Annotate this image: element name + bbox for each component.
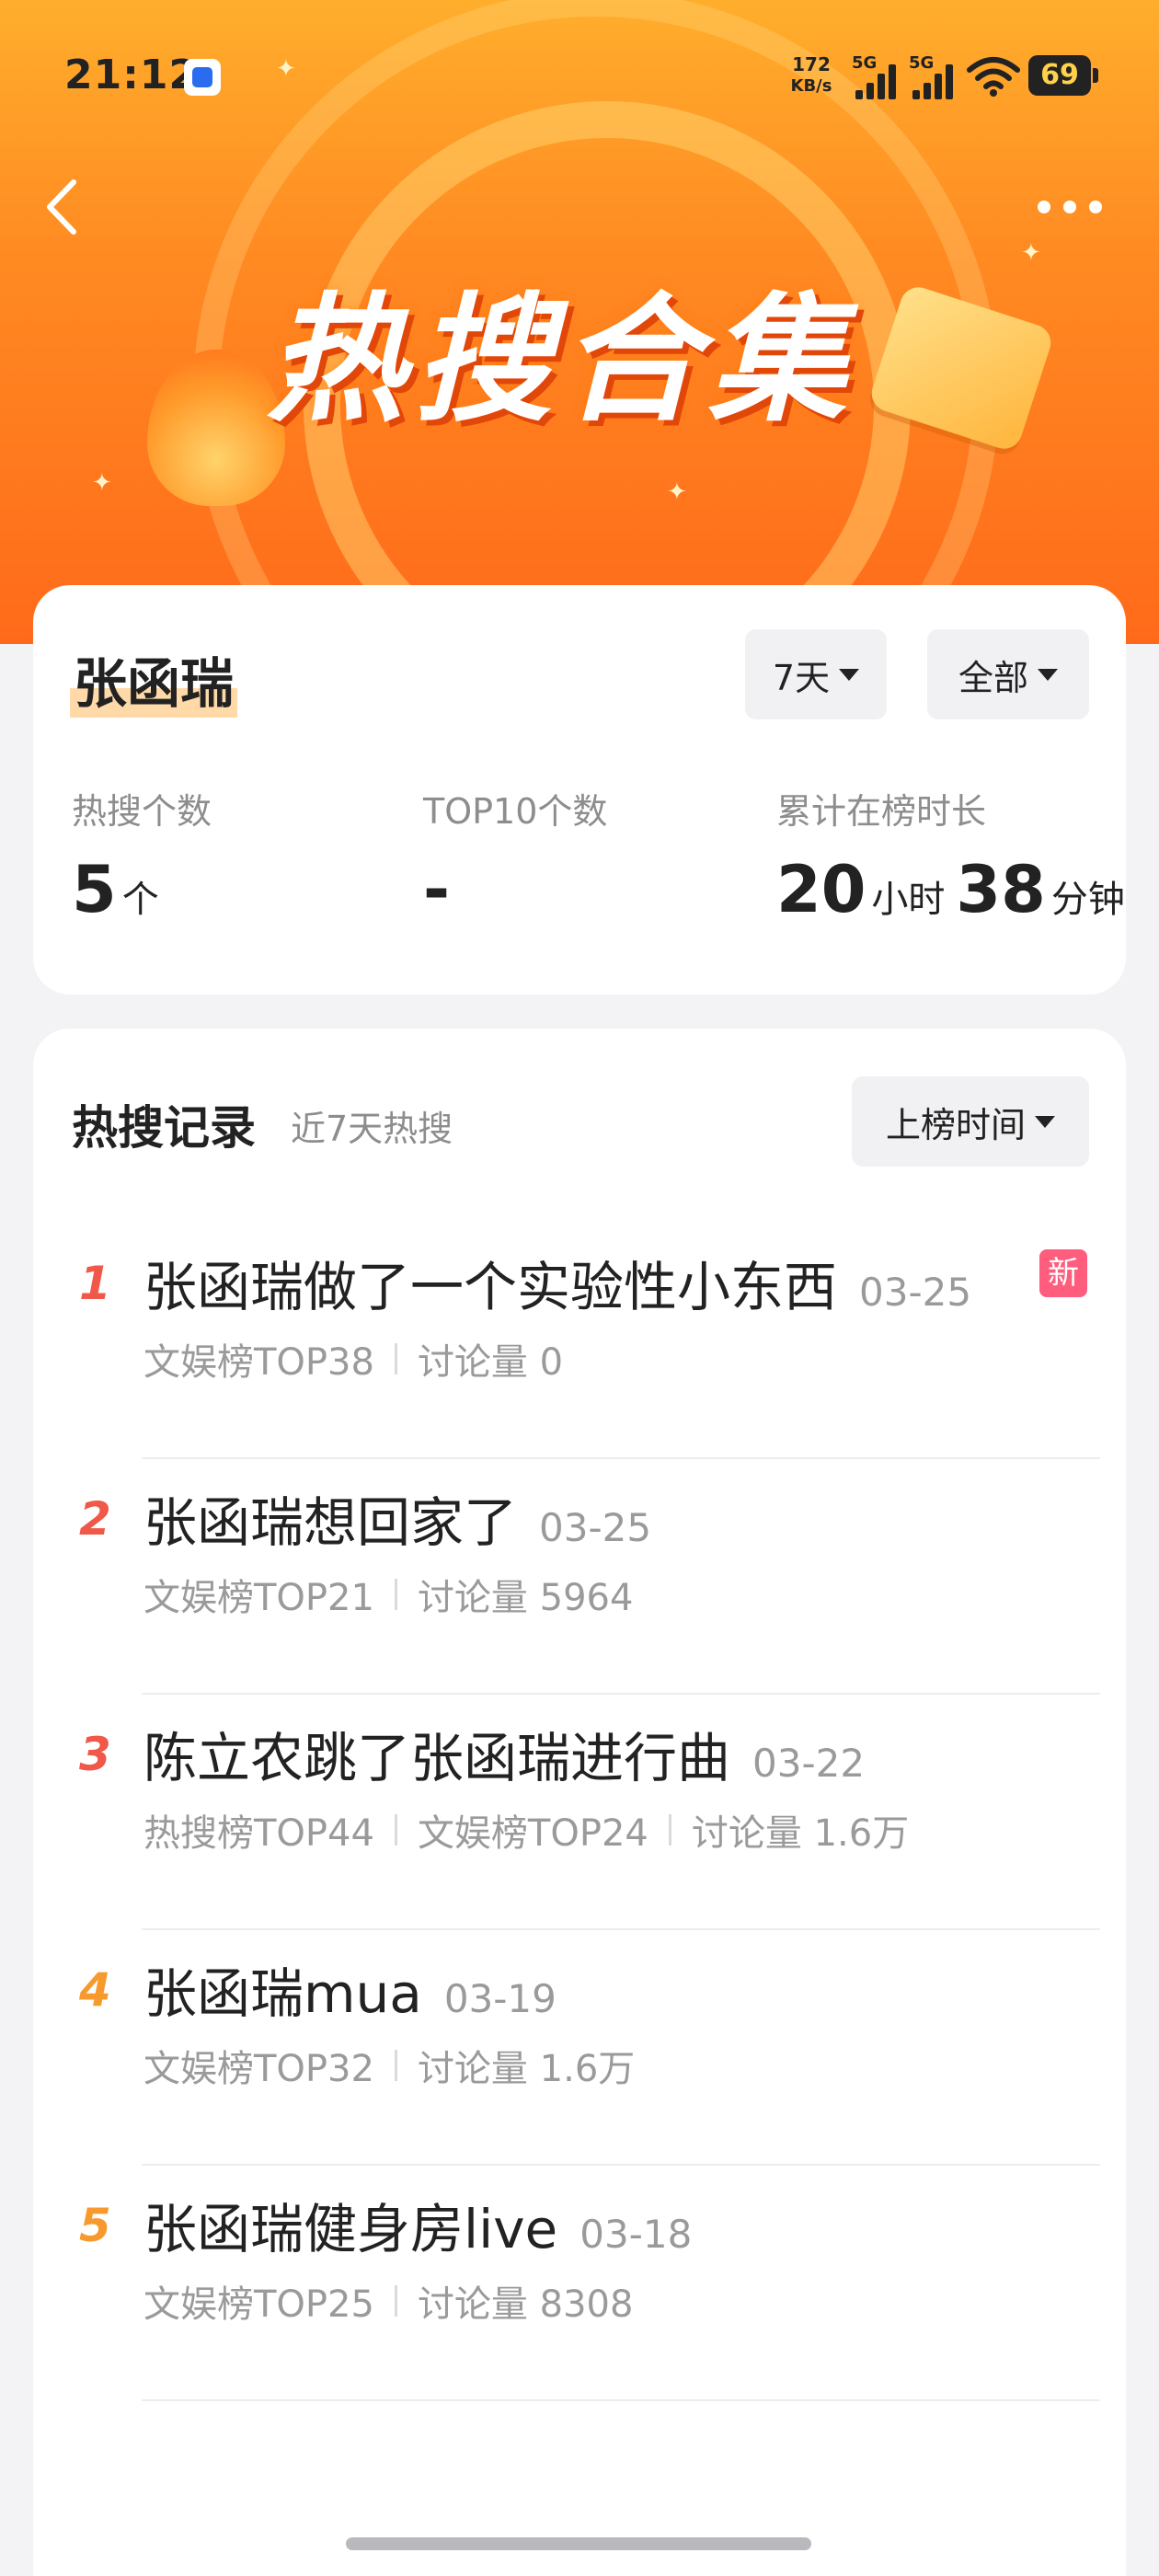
sort-label: 上榜时间 bbox=[885, 1104, 1026, 1145]
caret-down-icon bbox=[1035, 1115, 1055, 1128]
signal-label: 5G bbox=[852, 53, 878, 73]
banner-title: 热搜合集 bbox=[267, 281, 856, 441]
network-speed-unit: KB/s bbox=[790, 76, 832, 96]
rank-board: 文娱榜TOP38 bbox=[143, 1341, 374, 1384]
rank-number: 2 bbox=[79, 1492, 111, 1546]
hot-search-date: 03-22 bbox=[752, 1741, 866, 1786]
person-name: 张函瑞 bbox=[70, 640, 238, 718]
divider bbox=[142, 2399, 1100, 2401]
list-item[interactable]: 4 张函瑞mua 03-19 文娱榜TOP32 讨论量 1.6万 bbox=[33, 1930, 1126, 2166]
hot-search-title-text: 张函瑞mua bbox=[143, 1962, 422, 2025]
stat-label-hot-count: 热搜个数 bbox=[72, 791, 212, 832]
sort-dropdown[interactable]: 上榜时间 bbox=[852, 1076, 1089, 1167]
caret-down-icon bbox=[1038, 668, 1058, 681]
network-speed: 172 KB/s bbox=[784, 53, 839, 98]
more-options-button[interactable] bbox=[1028, 189, 1111, 225]
stat-duration-hours-unit: 小时 bbox=[871, 879, 946, 921]
rank-number: 5 bbox=[79, 2199, 111, 2252]
stat-label-top10: TOP10个数 bbox=[423, 791, 608, 832]
hot-search-meta: 文娱榜TOP38 讨论量 0 bbox=[143, 1332, 563, 1386]
records-title: 热搜记录 bbox=[72, 1101, 256, 1155]
list-item[interactable]: 3 陈立农跳了张函瑞进行曲 03-22 热搜榜TOP44 文娱榜TOP24 讨论量 1… bbox=[33, 1695, 1126, 1930]
discussion-count: 讨论量 5964 bbox=[417, 1577, 634, 1619]
list-item[interactable]: 1 张函瑞做了一个实验性小东西 03-25 新 文娱榜TOP38 讨论量 0 bbox=[33, 1224, 1126, 1459]
hot-search-title: 陈立农跳了张函瑞进行曲 03-22 bbox=[143, 1715, 865, 1792]
type-filter-dropdown[interactable]: 全部 bbox=[927, 629, 1089, 719]
rank-board: 文娱榜TOP32 bbox=[143, 2048, 374, 2090]
hot-search-title: 张函瑞健身房live 03-18 bbox=[143, 2186, 692, 2263]
discussion-count: 讨论量 1.6万 bbox=[417, 2048, 636, 2090]
signal-icon: 5G bbox=[852, 53, 903, 99]
rank-number: 1 bbox=[79, 1257, 111, 1310]
dot-icon bbox=[1063, 201, 1076, 213]
stat-duration-minutes: 38 bbox=[956, 852, 1046, 927]
hot-search-date: 03-19 bbox=[443, 1976, 557, 2021]
range-filter-dropdown[interactable]: 7天 bbox=[745, 629, 887, 719]
hot-search-title-text: 张函瑞健身房live bbox=[143, 2198, 558, 2260]
profile-summary-card: 张函瑞 7天 全部 热搜个数 5个 TOP10个数 - 累计在榜时长 20 小时 3… bbox=[33, 585, 1126, 995]
stat-hot-count-unit: 个 bbox=[121, 879, 159, 921]
hot-search-title-text: 张函瑞想回家了 bbox=[143, 1491, 518, 1554]
hot-search-records-card: 热搜记录 近7天热搜 上榜时间 1 张函瑞做了一个实验性小东西 03-25 新 文… bbox=[33, 1029, 1126, 2576]
stat-top10-value: - bbox=[423, 852, 451, 927]
discussion-count: 讨论量 8308 bbox=[417, 2283, 634, 2326]
hot-search-date: 03-25 bbox=[539, 1505, 652, 1550]
hot-search-date: 03-18 bbox=[580, 2212, 693, 2257]
back-button[interactable] bbox=[37, 166, 92, 248]
sparkle-icon: ✦ bbox=[92, 469, 112, 497]
rank-board: 热搜榜TOP44 bbox=[143, 1812, 374, 1855]
discussion-count: 讨论量 1.6万 bbox=[691, 1812, 910, 1855]
wifi-icon bbox=[967, 57, 1020, 97]
stat-label-duration: 累计在榜时长 bbox=[776, 791, 987, 832]
sparkle-icon: ✦ bbox=[667, 478, 687, 506]
new-badge: 新 bbox=[1039, 1249, 1087, 1297]
caret-down-icon bbox=[839, 668, 860, 681]
stat-duration-minutes-unit: 分钟 bbox=[1050, 879, 1125, 921]
network-speed-value: 172 bbox=[792, 53, 831, 75]
rank-board: 文娱榜TOP21 bbox=[143, 1577, 374, 1619]
records-subtitle: 近7天热搜 bbox=[291, 1109, 453, 1149]
hot-search-title-text: 张函瑞做了一个实验性小东西 bbox=[143, 1256, 838, 1318]
range-filter-label: 7天 bbox=[772, 657, 831, 698]
stat-hot-count: 5个 bbox=[72, 852, 165, 927]
discussion-count: 讨论量 0 bbox=[417, 1341, 564, 1384]
hot-search-title: 张函瑞想回家了 03-25 bbox=[143, 1479, 651, 1557]
type-filter-label: 全部 bbox=[958, 657, 1028, 698]
dot-icon bbox=[1089, 201, 1102, 213]
stat-duration: 20 小时 38 分钟 bbox=[776, 852, 1130, 927]
stat-top10: - bbox=[423, 852, 450, 927]
hot-search-meta: 文娱榜TOP25 讨论量 8308 bbox=[143, 2274, 633, 2328]
hot-search-meta: 热搜榜TOP44 文娱榜TOP24 讨论量 1.6万 bbox=[143, 1803, 909, 1857]
rank-number: 3 bbox=[79, 1728, 111, 1781]
notification-app-icon bbox=[184, 59, 221, 96]
battery-icon: 69 bbox=[1028, 55, 1098, 96]
hot-search-title: 张函瑞做了一个实验性小东西 03-25 bbox=[143, 1244, 971, 1321]
stat-duration-hours: 20 bbox=[776, 852, 866, 927]
status-time: 21:12 bbox=[64, 52, 199, 98]
status-bar: 21:12 172 KB/s 5G 5G 69 bbox=[0, 0, 1159, 147]
home-indicator[interactable] bbox=[346, 2537, 811, 2550]
rank-number: 4 bbox=[79, 1963, 111, 2017]
hot-search-meta: 文娱榜TOP21 讨论量 5964 bbox=[143, 1568, 633, 1621]
signal-icon: 5G bbox=[909, 53, 960, 99]
sparkle-icon: ✦ bbox=[1021, 239, 1041, 267]
rank-board: 文娱榜TOP24 bbox=[417, 1812, 648, 1855]
stat-hot-count-value: 5 bbox=[72, 852, 117, 927]
list-item[interactable]: 5 张函瑞健身房live 03-18 文娱榜TOP25 讨论量 8308 bbox=[33, 2166, 1126, 2401]
list-item[interactable]: 2 张函瑞想回家了 03-25 文娱榜TOP21 讨论量 5964 bbox=[33, 1459, 1126, 1695]
rank-board: 文娱榜TOP25 bbox=[143, 2283, 374, 2326]
dot-icon bbox=[1038, 201, 1050, 213]
hot-search-date: 03-25 bbox=[859, 1270, 972, 1315]
hot-search-title-text: 陈立农跳了张函瑞进行曲 bbox=[143, 1727, 731, 1789]
signal-label: 5G bbox=[909, 53, 935, 73]
hot-search-meta: 文娱榜TOP32 讨论量 1.6万 bbox=[143, 2039, 635, 2092]
hot-search-title: 张函瑞mua 03-19 bbox=[143, 1950, 557, 2028]
